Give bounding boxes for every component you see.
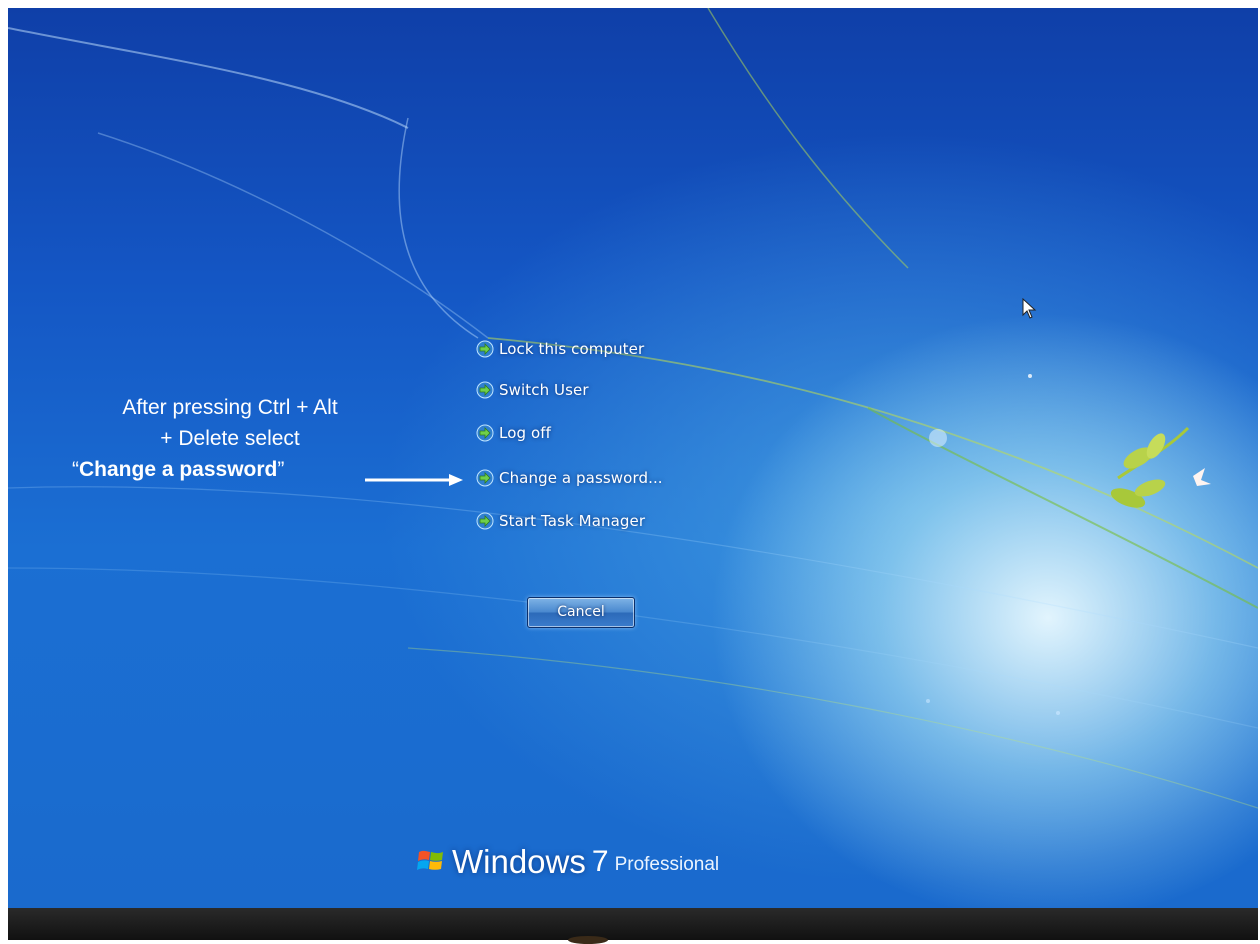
open-quote: “ [72, 458, 79, 481]
instruction-highlight: Change a password [79, 458, 278, 481]
annotation-arrow-icon [365, 474, 463, 486]
brand-edition: Professional [614, 854, 720, 875]
menu-item-start-task-manager[interactable]: Start Task Manager [476, 508, 645, 534]
instruction-line-2: + Delete select [160, 427, 300, 450]
mouse-pointer-icon [1022, 298, 1037, 319]
menu-item-log-off[interactable]: Log off [476, 420, 551, 446]
close-quote: ” [277, 458, 285, 481]
green-right-arrow-icon [476, 381, 494, 399]
menu-item-label: Lock this computer [499, 340, 645, 358]
green-right-arrow-icon [476, 340, 494, 358]
menu-item-label: Start Task Manager [499, 512, 646, 530]
brand-version: 7 [591, 845, 609, 878]
windows-branding: Windows 7 Professional [416, 838, 719, 882]
menu-item-label: Change a password... [499, 469, 663, 487]
green-right-arrow-icon [476, 512, 494, 530]
instruction-line-1: After pressing Ctrl + Alt [122, 396, 338, 419]
cancel-button[interactable]: Cancel [527, 597, 635, 628]
menu-item-label: Log off [499, 424, 551, 442]
brand-name: Windows [452, 843, 586, 880]
green-right-arrow-icon [476, 424, 494, 442]
menu-item-switch-user[interactable]: Switch User [476, 377, 589, 403]
green-right-arrow-icon [476, 469, 494, 487]
windows-flag-icon [417, 850, 443, 870]
menu-item-change-password[interactable]: Change a password... [476, 465, 663, 491]
monitor-bezel [8, 908, 1258, 944]
menu-item-label: Switch User [499, 381, 589, 399]
monitor-logo [568, 936, 608, 944]
menu-item-lock-computer[interactable]: Lock this computer [476, 336, 644, 362]
